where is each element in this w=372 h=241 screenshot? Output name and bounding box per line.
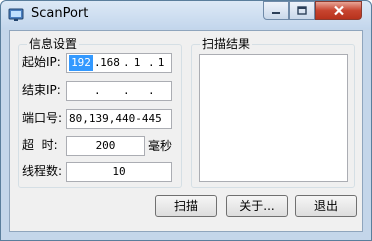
start-ip-octet-4[interactable]: 1 [152, 55, 170, 71]
threads-input[interactable]: 10 [66, 162, 172, 182]
end-ip-octet-4[interactable] [152, 83, 170, 99]
ports-input[interactable]: 80,139,440-445 [66, 109, 172, 129]
maximize-button[interactable] [289, 1, 315, 20]
start-ip-octet-2[interactable]: 168 [98, 55, 122, 71]
results-group-title: 扫描结果 [200, 37, 253, 51]
minimize-icon [272, 11, 280, 14]
settings-group-title: 信息设置 [27, 37, 80, 51]
app-window: ScanPort 信息设置 起始IP: 192 . 168 . 1 . 1 结束… [0, 0, 372, 241]
start-ip-octet-1[interactable]: 192 [69, 55, 93, 71]
ports-label: 端口号: [22, 111, 63, 125]
scan-button[interactable]: 扫描 [155, 195, 217, 217]
dialog-client: 信息设置 起始IP: 192 . 168 . 1 . 1 结束IP: . . .… [9, 30, 363, 232]
timeout-input[interactable]: 200 [66, 136, 145, 156]
maximize-icon [297, 6, 307, 15]
title-bar[interactable]: ScanPort [1, 1, 371, 29]
timeout-label: 超 时: [22, 138, 58, 152]
close-button[interactable] [315, 1, 362, 20]
close-icon [333, 5, 344, 16]
end-ip-octet-1[interactable] [69, 83, 93, 99]
timeout-unit: 毫秒 [148, 139, 173, 153]
results-list[interactable] [199, 54, 348, 182]
end-ip-octet-2[interactable] [98, 83, 122, 99]
threads-label: 线程数: [22, 164, 63, 178]
start-ip-octet-3[interactable]: 1 [127, 55, 147, 71]
exit-button[interactable]: 退出 [295, 195, 357, 217]
end-ip-octet-3[interactable] [127, 83, 147, 99]
start-ip-field[interactable]: 192 . 168 . 1 . 1 [66, 53, 172, 73]
window-title: ScanPort [31, 6, 89, 21]
end-ip-field[interactable]: . . . [66, 81, 172, 101]
minimize-button[interactable] [263, 1, 289, 20]
network-scan-icon [8, 8, 24, 21]
about-button[interactable]: 关于... [226, 195, 288, 217]
end-ip-label: 结束IP: [22, 83, 61, 97]
start-ip-label: 起始IP: [22, 55, 61, 69]
